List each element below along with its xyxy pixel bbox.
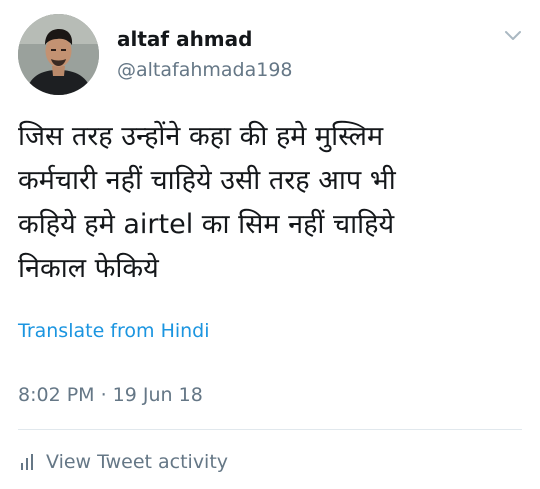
tweet-timestamp[interactable]: 8:02 PM · 19 Jun 18	[18, 384, 203, 406]
tweet-text-line: कहिये हमे airtel का सिम नहीं चाहिये	[18, 209, 395, 240]
tweet-text-line: निकाल फेकिये	[18, 253, 159, 284]
view-tweet-activity-button[interactable]: View Tweet activity	[18, 449, 228, 475]
view-tweet-activity-label: View Tweet activity	[46, 451, 229, 473]
tweet-text: जिस तरह उन्होंने कहा की हमे मुस्लिम कर्म…	[18, 115, 518, 291]
translate-link[interactable]: Translate from Hindi	[18, 320, 210, 342]
divider	[18, 429, 522, 430]
chevron-down-icon[interactable]	[502, 24, 524, 46]
author-handle[interactable]: @altafahmada198	[117, 59, 293, 81]
tweet-text-line: कर्मचारी नहीं चाहिये उसी तरह आप भी	[18, 165, 396, 196]
author-name[interactable]: altaf ahmad	[117, 27, 252, 51]
tweet-text-line: जिस तरह उन्होंने कहा की हमे मुस्लिम	[18, 121, 384, 152]
avatar[interactable]	[18, 14, 99, 95]
bar-chart-icon	[18, 452, 38, 472]
tweet-card: altaf ahmad @altafahmada198 जिस तरह उन्ह…	[0, 0, 540, 489]
avatar-photo	[18, 14, 99, 95]
